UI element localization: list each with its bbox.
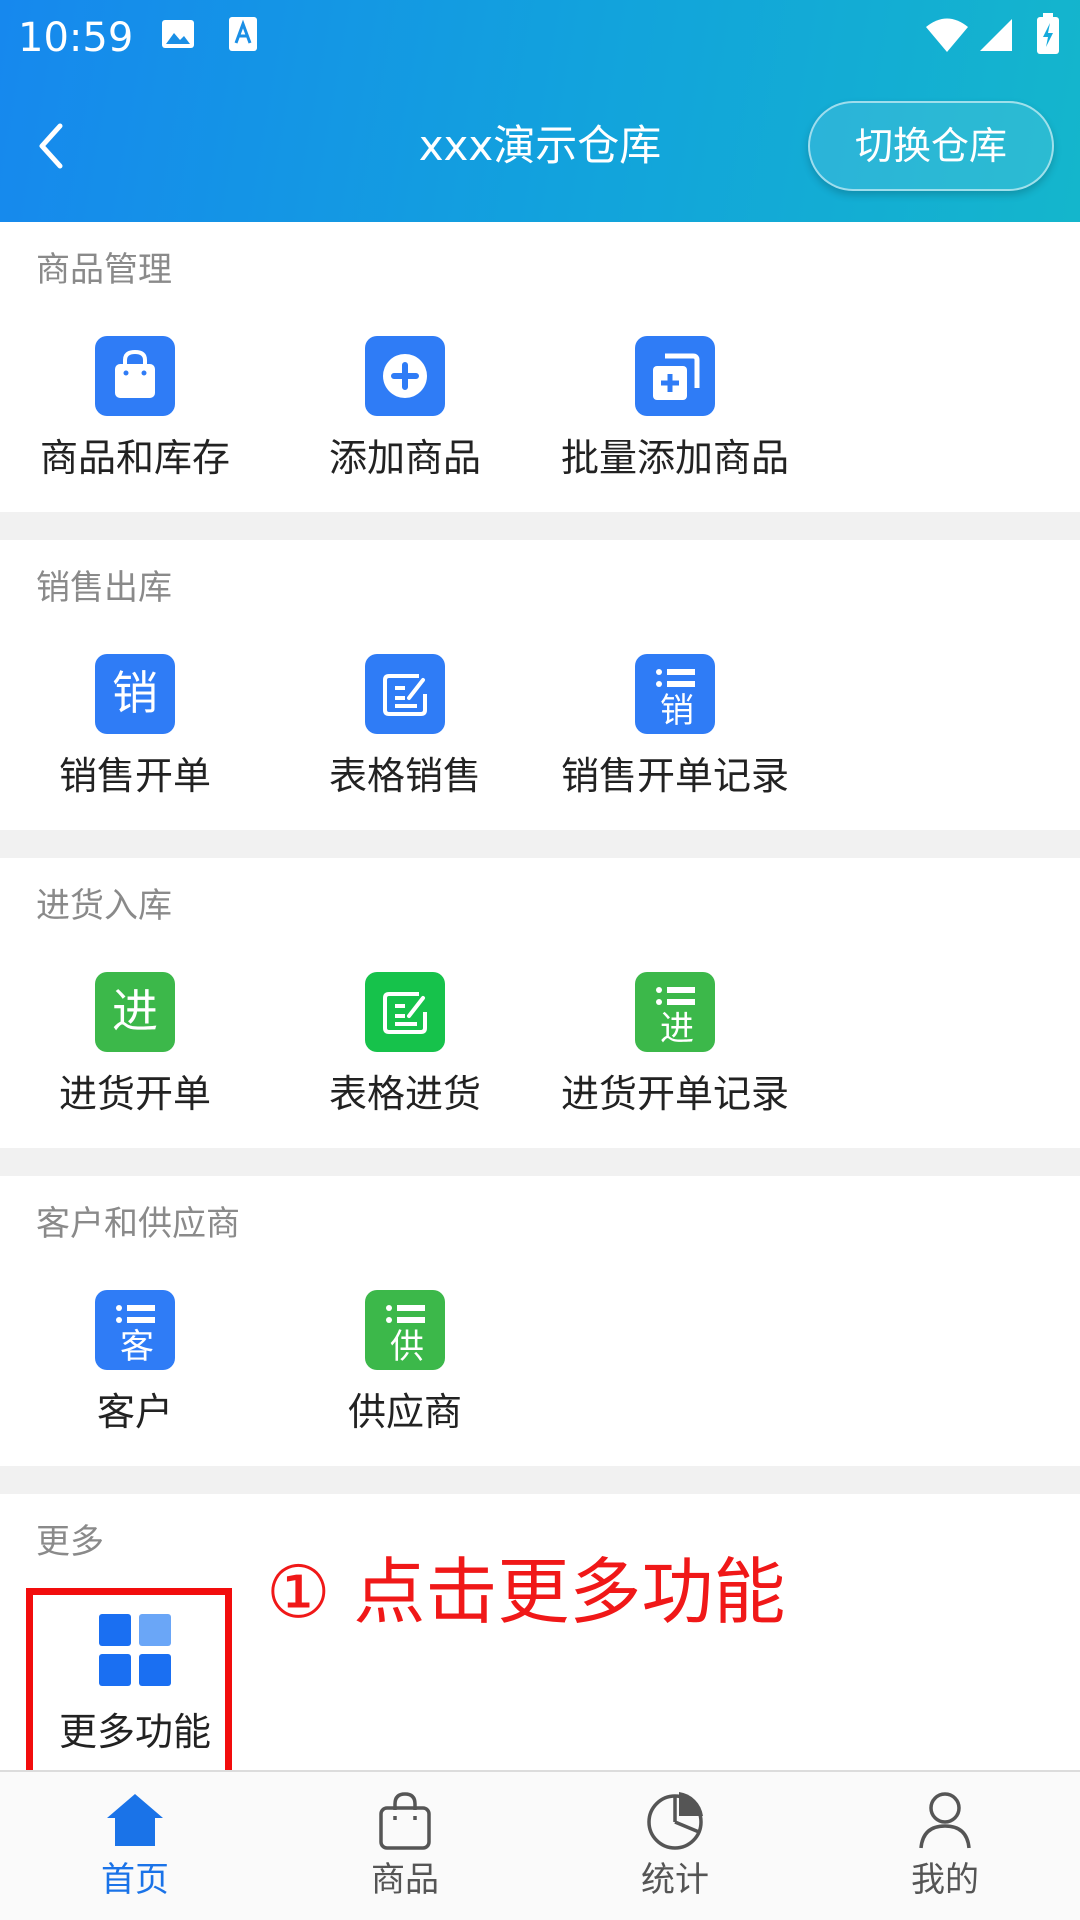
supplier-list-icon: 供	[365, 1290, 445, 1370]
item-label: 添加商品	[328, 436, 481, 480]
tab-statistics[interactable]: 统计	[540, 1772, 810, 1920]
purchase-record-icon: 进	[635, 972, 715, 1052]
tab-products[interactable]: 商品	[270, 1772, 540, 1920]
text-notification-icon	[229, 17, 257, 51]
batch-add-icon	[635, 336, 715, 416]
tab-mine[interactable]: 我的	[810, 1772, 1080, 1920]
item-label: 表格销售	[328, 754, 481, 798]
item-label: 客户	[96, 1390, 173, 1434]
wifi-icon	[926, 18, 968, 52]
section-sales-outbound: 销售出库 销 销售开单 表格销售 销 销售开单记录	[0, 540, 1080, 830]
tab-label: 商品	[371, 1860, 439, 1900]
table-purchase-button[interactable]: 表格进货	[270, 972, 540, 1122]
back-button[interactable]	[30, 118, 74, 174]
page-title: xxx演示仓库	[418, 121, 662, 170]
customers-button[interactable]: 客 客户	[0, 1290, 270, 1440]
battery-charging-icon	[1037, 13, 1059, 54]
item-label: 销售开单	[58, 754, 211, 798]
item-label: 进货开单	[58, 1072, 211, 1116]
batch-add-product-button[interactable]: 批量添加商品	[540, 336, 810, 486]
pie-chart-icon	[647, 1792, 703, 1850]
sales-record-icon: 销	[635, 654, 715, 734]
table-edit-icon	[365, 654, 445, 734]
table-sales-button[interactable]: 表格销售	[270, 654, 540, 804]
item-label: 商品和库存	[39, 436, 230, 480]
purchase-order-icon: 进	[95, 972, 175, 1052]
switch-warehouse-button[interactable]: 切换仓库	[808, 101, 1054, 191]
section-customers-suppliers: 客户和供应商 客 客户 供 供应商	[0, 1176, 1080, 1466]
screen: 10:59 xxx演示仓库 切换仓库 商品管理 商品和库存 添加商品 批量添加商…	[0, 0, 1080, 1920]
shopping-bag-icon	[95, 336, 175, 416]
customer-list-icon: 客	[95, 1290, 175, 1370]
purchase-record-button[interactable]: 进 进货开单记录	[540, 972, 810, 1122]
image-icon	[162, 20, 194, 48]
icon-glyph: 销	[660, 691, 694, 731]
item-label: 供应商	[347, 1390, 462, 1434]
tutorial-annotation: ① 点击更多功能	[266, 1550, 786, 1634]
plus-circle-icon	[365, 336, 445, 416]
products-inventory-button[interactable]: 商品和库存	[0, 336, 270, 486]
section-title: 更多	[36, 1522, 104, 1562]
icon-glyph: 客	[120, 1327, 154, 1367]
app-header: 10:59 xxx演示仓库 切换仓库	[0, 0, 1080, 222]
tab-label: 我的	[911, 1860, 979, 1900]
icon-glyph: 销	[112, 666, 158, 720]
user-icon	[919, 1792, 971, 1849]
tab-home[interactable]: 首页	[0, 1772, 270, 1920]
home-icon	[107, 1794, 163, 1846]
section-title: 客户和供应商	[36, 1204, 240, 1244]
sales-order-icon: 销	[95, 654, 175, 734]
suppliers-button[interactable]: 供 供应商	[270, 1290, 540, 1440]
purchase-order-button[interactable]: 进 进货开单	[0, 972, 270, 1122]
section-title: 商品管理	[36, 250, 172, 290]
add-product-button[interactable]: 添加商品	[270, 336, 540, 486]
section-product-management: 商品管理 商品和库存 添加商品 批量添加商品	[0, 222, 1080, 512]
item-label: 批量添加商品	[560, 436, 789, 480]
item-label: 表格进货	[328, 1072, 481, 1116]
tab-label: 统计	[641, 1860, 709, 1900]
bottom-nav: 首页 商品 统计 我的	[0, 1770, 1080, 1920]
sales-record-button[interactable]: 销 销售开单记录	[540, 654, 810, 804]
table-edit-icon	[365, 972, 445, 1052]
section-purchase-inbound: 进货入库 进 进货开单 表格进货 进 进货开单记录	[0, 858, 1080, 1148]
shopping-bag-icon	[379, 1792, 431, 1850]
item-label: 进货开单记录	[560, 1072, 789, 1116]
section-title: 进货入库	[36, 886, 172, 926]
tab-label: 首页	[101, 1860, 169, 1900]
item-label: 销售开单记录	[560, 754, 789, 798]
sales-order-button[interactable]: 销 销售开单	[0, 654, 270, 804]
highlight-box	[26, 1588, 232, 1780]
status-time: 10:59	[18, 15, 134, 61]
status-bar: 10:59	[0, 0, 1080, 76]
signal-icon	[980, 19, 1012, 51]
icon-glyph: 供	[390, 1327, 424, 1367]
icon-glyph: 进	[660, 1009, 694, 1049]
icon-glyph: 进	[112, 984, 158, 1038]
section-title: 销售出库	[36, 568, 172, 608]
